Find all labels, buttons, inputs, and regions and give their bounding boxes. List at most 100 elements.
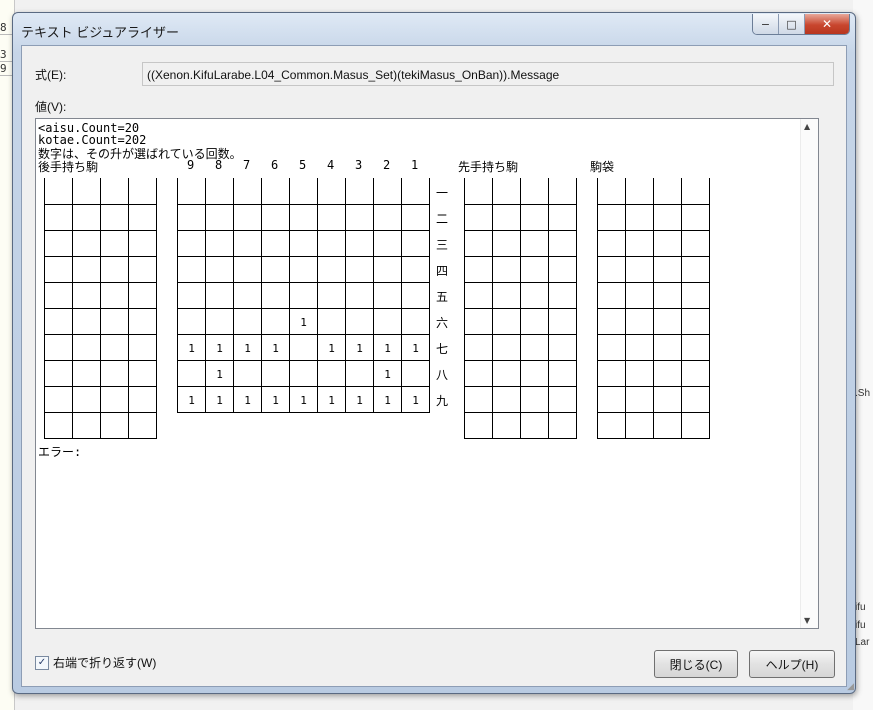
hand-cell bbox=[72, 386, 101, 413]
close-button[interactable]: 閉じる(C) bbox=[654, 650, 738, 678]
hand-cell bbox=[128, 334, 157, 361]
hand-cell bbox=[44, 412, 73, 439]
board-cell bbox=[289, 204, 318, 231]
hand-cell bbox=[548, 412, 577, 439]
shogi-board-grid: 11111111111111111111 bbox=[177, 178, 430, 413]
bag-cell bbox=[681, 282, 710, 309]
expression-label: 式(E): bbox=[35, 68, 67, 82]
scroll-down-arrow-icon[interactable]: ▼ bbox=[804, 616, 810, 625]
row-label: 一 bbox=[436, 186, 449, 200]
bag-cell bbox=[681, 204, 710, 231]
grid-row bbox=[597, 282, 710, 309]
grid-row bbox=[44, 334, 157, 361]
bag-cell bbox=[625, 334, 654, 361]
piece-bag-header: 駒袋 bbox=[590, 160, 615, 174]
board-cell: 1 bbox=[373, 334, 402, 361]
grid-row bbox=[44, 282, 157, 309]
maximize-button[interactable]: □ bbox=[778, 14, 804, 34]
hand-cell bbox=[100, 334, 129, 361]
hand-cell bbox=[464, 334, 493, 361]
grid-row bbox=[177, 256, 430, 283]
hand-cell bbox=[72, 282, 101, 309]
wrap-text-checkbox[interactable]: ✓ 右端で折り返す(W) bbox=[35, 654, 156, 671]
board-cell: 1 bbox=[205, 334, 234, 361]
board-cell bbox=[233, 256, 262, 283]
hand-cell bbox=[464, 230, 493, 257]
hand-cell bbox=[44, 178, 73, 205]
close-window-button[interactable]: ✕ bbox=[804, 14, 849, 34]
grid-row bbox=[597, 386, 710, 413]
board-cell bbox=[401, 256, 430, 283]
column-number: 6 bbox=[271, 158, 279, 172]
grid-row bbox=[44, 308, 157, 335]
grid-row bbox=[464, 360, 577, 387]
grid-row bbox=[464, 178, 577, 205]
board-cell bbox=[233, 282, 262, 309]
bag-cell bbox=[625, 256, 654, 283]
column-number: 4 bbox=[327, 158, 335, 172]
hand-cell bbox=[128, 256, 157, 283]
error-label: エラー: bbox=[38, 445, 82, 459]
grid-row bbox=[464, 204, 577, 231]
value-text-area[interactable]: <aisu.Count=20 kotae.Count=202 数字は、その升が選… bbox=[35, 118, 819, 629]
board-cell bbox=[345, 308, 374, 335]
row-label: 八 bbox=[436, 368, 449, 382]
board-cell bbox=[177, 256, 206, 283]
grid-row bbox=[44, 178, 157, 205]
scroll-up-arrow-icon[interactable]: ▲ bbox=[804, 122, 810, 131]
board-cell bbox=[261, 230, 290, 257]
board-cell bbox=[233, 230, 262, 257]
hand-cell bbox=[464, 282, 493, 309]
board-cell bbox=[177, 308, 206, 335]
bag-cell bbox=[625, 386, 654, 413]
vertical-scrollbar[interactable]: ▲ ▼ bbox=[800, 119, 818, 628]
grid-row bbox=[464, 412, 577, 439]
bag-cell bbox=[653, 230, 682, 257]
hand-cell bbox=[100, 308, 129, 335]
hand-cell bbox=[520, 308, 549, 335]
hand-cell bbox=[548, 282, 577, 309]
piece-bag-grid bbox=[597, 178, 710, 439]
board-cell bbox=[289, 360, 318, 387]
board-cell bbox=[373, 308, 402, 335]
board-cell bbox=[177, 204, 206, 231]
dialog-title: テキスト ビジュアライザー bbox=[21, 25, 180, 40]
expression-field[interactable]: ((Xenon.KifuLarabe.L04_Common.Masus_Set)… bbox=[142, 62, 834, 86]
board-cell bbox=[289, 178, 318, 205]
board-cell bbox=[345, 178, 374, 205]
board-cell bbox=[373, 256, 402, 283]
board-cell bbox=[177, 178, 206, 205]
hand-cell bbox=[128, 230, 157, 257]
resize-grip-icon[interactable]: ◢ bbox=[847, 682, 854, 692]
board-cell bbox=[345, 282, 374, 309]
board-cell bbox=[233, 204, 262, 231]
board-cell bbox=[373, 282, 402, 309]
window-buttons: − □ ✕ bbox=[752, 14, 850, 35]
title-bar[interactable]: テキスト ビジュアライザー − □ ✕ bbox=[13, 13, 855, 47]
hand-cell bbox=[548, 386, 577, 413]
bag-cell bbox=[625, 282, 654, 309]
board-cell bbox=[289, 282, 318, 309]
board-cell bbox=[373, 204, 402, 231]
board-cell bbox=[205, 178, 234, 205]
grid-row bbox=[177, 204, 430, 231]
background-text: .Sh bbox=[855, 388, 871, 399]
grid-row bbox=[44, 230, 157, 257]
hand-cell bbox=[72, 412, 101, 439]
hand-cell bbox=[548, 178, 577, 205]
hand-cell bbox=[548, 308, 577, 335]
row-label: 四 bbox=[436, 264, 449, 278]
grid-row bbox=[597, 204, 710, 231]
board-cell bbox=[401, 360, 430, 387]
minimize-button[interactable]: − bbox=[753, 14, 778, 34]
help-button[interactable]: ヘルプ(H) bbox=[749, 650, 835, 678]
hand-cell bbox=[72, 360, 101, 387]
grid-row bbox=[177, 230, 430, 257]
bag-cell bbox=[681, 256, 710, 283]
board-cell bbox=[205, 308, 234, 335]
hand-cell bbox=[492, 178, 521, 205]
hand-cell bbox=[128, 412, 157, 439]
checkmark-icon[interactable]: ✓ bbox=[35, 655, 49, 670]
board-cell: 1 bbox=[345, 386, 374, 413]
hand-cell bbox=[464, 308, 493, 335]
